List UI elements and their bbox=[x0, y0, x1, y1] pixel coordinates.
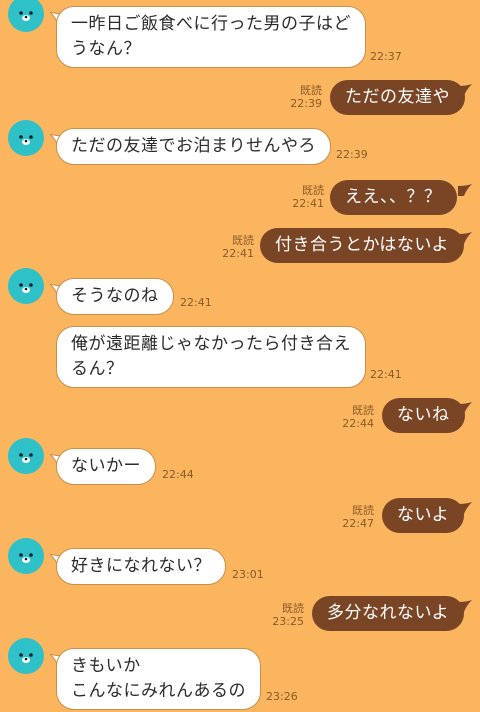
bear-avatar-icon[interactable] bbox=[8, 0, 44, 32]
bear-avatar-icon[interactable] bbox=[8, 438, 44, 474]
message-outgoing: 既読 22:41 ええ、、？？ bbox=[0, 176, 480, 216]
message-incoming: ないかー 22:44 bbox=[0, 438, 480, 488]
message-bubble[interactable]: 一昨日ご飯食べに行った男の子はど うなん？ bbox=[56, 6, 366, 68]
timestamp: 22:47 bbox=[342, 517, 374, 530]
bubble-tail bbox=[458, 232, 472, 244]
message-bubble[interactable]: 俺が遠距離じゃなかったら付き合え るん？ bbox=[56, 326, 366, 388]
message-bubble[interactable]: 付き合うとかはないよ bbox=[260, 228, 464, 263]
timestamp: 22:41 bbox=[222, 247, 254, 260]
read-label: 既読 bbox=[232, 234, 254, 247]
bear-avatar-icon[interactable] bbox=[8, 538, 44, 574]
timestamp: 22:41 bbox=[370, 368, 402, 381]
message-line: ええ、、？？ bbox=[345, 187, 442, 207]
message-line: ただの友達や bbox=[345, 87, 450, 107]
message-outgoing: 既読 23:25 多分なれないよ bbox=[0, 592, 480, 632]
read-receipt: 既読 22:39 bbox=[284, 84, 322, 110]
message-bubble[interactable]: そうなのね bbox=[56, 278, 174, 315]
message-line: ないかー bbox=[71, 456, 141, 476]
message-line: ないね bbox=[397, 405, 450, 425]
message-bubble[interactable]: ただの友達でお泊まりせんやろ bbox=[56, 128, 331, 165]
message-line: るん？ bbox=[71, 359, 124, 379]
message-incoming: 俺が遠距離じゃなかったら付き合え るん？ 22:41 bbox=[0, 320, 480, 388]
bear-avatar-icon[interactable] bbox=[8, 268, 44, 304]
message-bubble[interactable]: ないかー bbox=[56, 448, 156, 485]
message-line: 付き合うとかはないよ bbox=[275, 235, 449, 255]
bubble-tail bbox=[458, 402, 472, 414]
message-outgoing: 既読 22:39 ただの友達や bbox=[0, 78, 480, 118]
read-receipt: 既読 22:41 bbox=[216, 234, 254, 260]
message-line: 多分なれないよ bbox=[327, 603, 450, 623]
timestamp: 23:26 bbox=[266, 690, 298, 703]
message-incoming: 一昨日ご飯食べに行った男の子はど うなん？ 22:37 bbox=[0, 0, 480, 70]
message-outgoing: 既読 22:47 ないよ bbox=[0, 494, 480, 534]
timestamp: 22:41 bbox=[292, 197, 324, 210]
read-label: 既読 bbox=[352, 404, 374, 417]
message-line: うなん？ bbox=[71, 39, 141, 59]
message-incoming: ただの友達でお泊まりせんやろ 22:39 bbox=[0, 120, 480, 170]
timestamp: 22:41 bbox=[180, 296, 212, 309]
read-label: 既読 bbox=[352, 504, 374, 517]
bear-avatar-icon[interactable] bbox=[8, 120, 44, 156]
bear-avatar-icon[interactable] bbox=[8, 638, 44, 674]
message-line: ないよ bbox=[397, 505, 450, 525]
bubble-tail bbox=[458, 502, 472, 514]
bubble-tail bbox=[458, 184, 472, 196]
message-line: 好きになれない？ bbox=[71, 556, 211, 576]
message-line: こんなにみれんあるの bbox=[71, 681, 246, 701]
message-bubble[interactable]: ええ、、？？ bbox=[330, 180, 457, 215]
bubble-tail bbox=[458, 600, 472, 612]
read-label: 既読 bbox=[302, 184, 324, 197]
message-outgoing: 既読 22:44 ないね bbox=[0, 394, 480, 434]
message-line: ただの友達でお泊まりせんやろ bbox=[71, 136, 316, 156]
timestamp: 22:44 bbox=[162, 468, 194, 481]
message-bubble[interactable]: ないよ bbox=[382, 498, 465, 533]
timestamp: 22:44 bbox=[342, 417, 374, 430]
message-bubble[interactable]: ないね bbox=[382, 398, 465, 433]
read-receipt: 既読 22:47 bbox=[336, 504, 374, 530]
timestamp: 22:37 bbox=[370, 50, 402, 63]
timestamp: 22:39 bbox=[336, 148, 368, 161]
read-receipt: 既読 22:44 bbox=[336, 404, 374, 430]
bubble-tail bbox=[458, 84, 472, 96]
timestamp: 23:25 bbox=[272, 615, 304, 628]
message-line: 一昨日ご飯食べに行った男の子はど bbox=[71, 14, 351, 34]
message-bubble[interactable]: ただの友達や bbox=[330, 80, 465, 115]
message-incoming: 好きになれない？ 23:01 bbox=[0, 538, 480, 588]
read-receipt: 既読 22:41 bbox=[286, 184, 324, 210]
message-line: きもいか bbox=[71, 656, 141, 676]
message-bubble[interactable]: 好きになれない？ bbox=[56, 548, 226, 585]
message-line: そうなのね bbox=[71, 286, 159, 306]
message-line: 俺が遠距離じゃなかったら付き合え bbox=[71, 334, 351, 354]
read-label: 既読 bbox=[282, 602, 304, 615]
message-bubble[interactable]: きもいか こんなにみれんあるの bbox=[56, 648, 261, 710]
message-bubble[interactable]: 多分なれないよ bbox=[312, 596, 465, 631]
read-label: 既読 bbox=[300, 84, 322, 97]
timestamp: 22:39 bbox=[290, 97, 322, 110]
message-incoming: きもいか こんなにみれんあるの 23:26 bbox=[0, 638, 480, 712]
read-receipt: 既読 23:25 bbox=[266, 602, 304, 628]
timestamp: 23:01 bbox=[232, 568, 264, 581]
message-incoming: そうなのね 22:41 bbox=[0, 268, 480, 318]
message-outgoing: 既読 22:41 付き合うとかはないよ bbox=[0, 226, 480, 266]
